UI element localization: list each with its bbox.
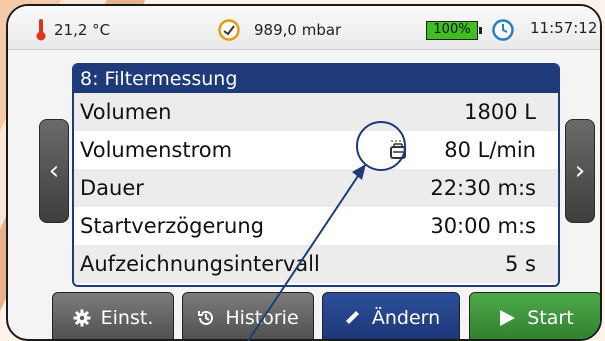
callout-circle (356, 121, 406, 171)
callout-arrow (247, 172, 361, 341)
callout-arrowhead (352, 164, 366, 180)
callout-annotation (247, 121, 406, 341)
